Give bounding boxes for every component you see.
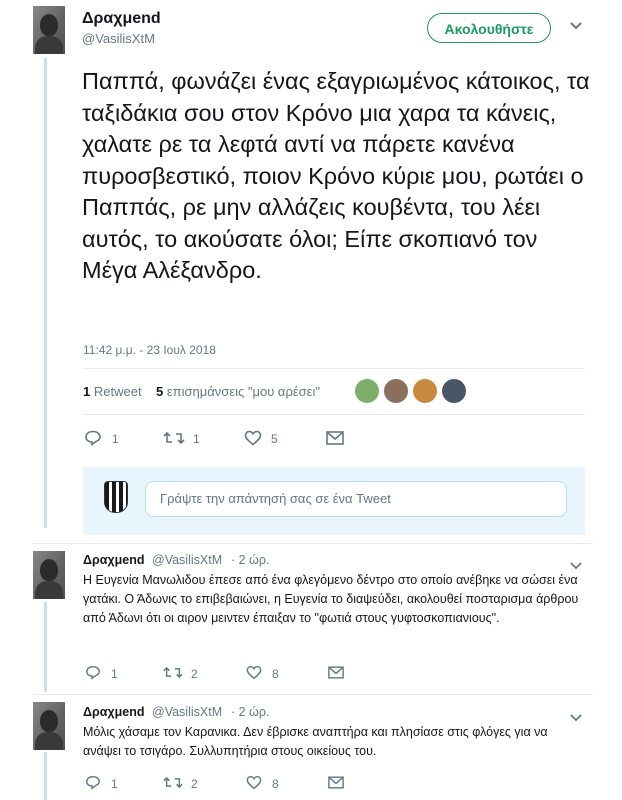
tweet-stats: 1 Retweet 5 επισημάνσεις "μου αρέσει"	[83, 384, 320, 399]
like-count: 5	[271, 432, 278, 446]
divider	[33, 694, 593, 695]
thread-line-main	[44, 58, 47, 528]
liker-avatar[interactable]	[442, 379, 466, 403]
thread-line-reply-1	[44, 602, 47, 692]
reply-text: Η Ευγενία Μανωλιδου έπεσε από ένα φλεγόμ…	[83, 573, 579, 625]
avatar[interactable]	[33, 551, 65, 599]
divider	[83, 368, 585, 369]
retweets-stat[interactable]: 1 Retweet	[83, 384, 142, 399]
likes-stat[interactable]: 5 επισημάνσεις "μου αρέσει"	[156, 384, 320, 399]
retweets-label: Retweet	[93, 384, 142, 399]
reply-author-handle[interactable]: @VasilisXtM	[152, 553, 222, 567]
reply-input[interactable]: Γράψτε την απάντησή σας σε ένα Tweet	[145, 481, 567, 517]
divider	[33, 543, 593, 544]
reply-time[interactable]: · 2 ώρ.	[231, 705, 269, 719]
heart-icon[interactable]	[244, 430, 262, 451]
chevron-down-icon[interactable]	[569, 18, 583, 36]
author-handle[interactable]: @VasilisXtM	[82, 31, 155, 46]
retweet-count: 2	[191, 777, 198, 791]
thread-line-reply-2	[44, 752, 47, 800]
reply-icon[interactable]	[85, 775, 101, 795]
like-count: 8	[272, 777, 279, 791]
reply-author-name[interactable]: Δραχμend	[83, 705, 144, 719]
mail-icon[interactable]	[328, 776, 344, 794]
mail-icon[interactable]	[326, 431, 344, 450]
reply-icon[interactable]	[85, 665, 101, 685]
retweet-icon[interactable]	[163, 430, 185, 451]
reply-count: 1	[111, 777, 118, 791]
liker-avatar[interactable]	[413, 379, 437, 403]
tweet-text: Παππά, φωνάζει ένας εξαγριωμένος κάτοικο…	[82, 68, 590, 283]
follow-button[interactable]: Ακολουθήστε	[427, 13, 551, 43]
user-avatar	[104, 481, 128, 513]
retweet-icon[interactable]	[163, 775, 183, 795]
retweet-icon[interactable]	[163, 665, 183, 685]
avatar[interactable]	[33, 702, 65, 750]
reply-count: 1	[111, 667, 118, 681]
tweet-timestamp[interactable]: 11:42 μ.μ. - 23 Ιουλ 2018	[83, 343, 216, 357]
reply-author-handle[interactable]: @VasilisXtM	[152, 705, 222, 719]
mail-icon[interactable]	[328, 666, 344, 684]
reply-author-name[interactable]: Δραχμend	[83, 553, 144, 567]
retweet-count: 2	[191, 667, 198, 681]
likes-label: επισημάνσεις "μου αρέσει"	[166, 384, 320, 399]
heart-icon[interactable]	[246, 665, 262, 685]
liker-avatar[interactable]	[384, 379, 408, 403]
retweet-count: 1	[193, 432, 200, 446]
divider	[83, 414, 585, 415]
reply-icon[interactable]	[84, 430, 102, 451]
retweets-count: 1	[83, 384, 91, 399]
author-name[interactable]: Δραχμend	[82, 10, 161, 28]
liker-avatar[interactable]	[355, 379, 379, 403]
heart-icon[interactable]	[246, 775, 262, 795]
avatar[interactable]	[33, 6, 65, 54]
like-count: 8	[272, 667, 279, 681]
likes-count: 5	[156, 384, 164, 399]
reply-time[interactable]: · 2 ώρ.	[231, 553, 269, 567]
reply-count: 1	[112, 432, 119, 446]
reply-text: Μόλις χάσαμε τον Καρανικα. Δεν έβρισκε α…	[83, 725, 548, 758]
